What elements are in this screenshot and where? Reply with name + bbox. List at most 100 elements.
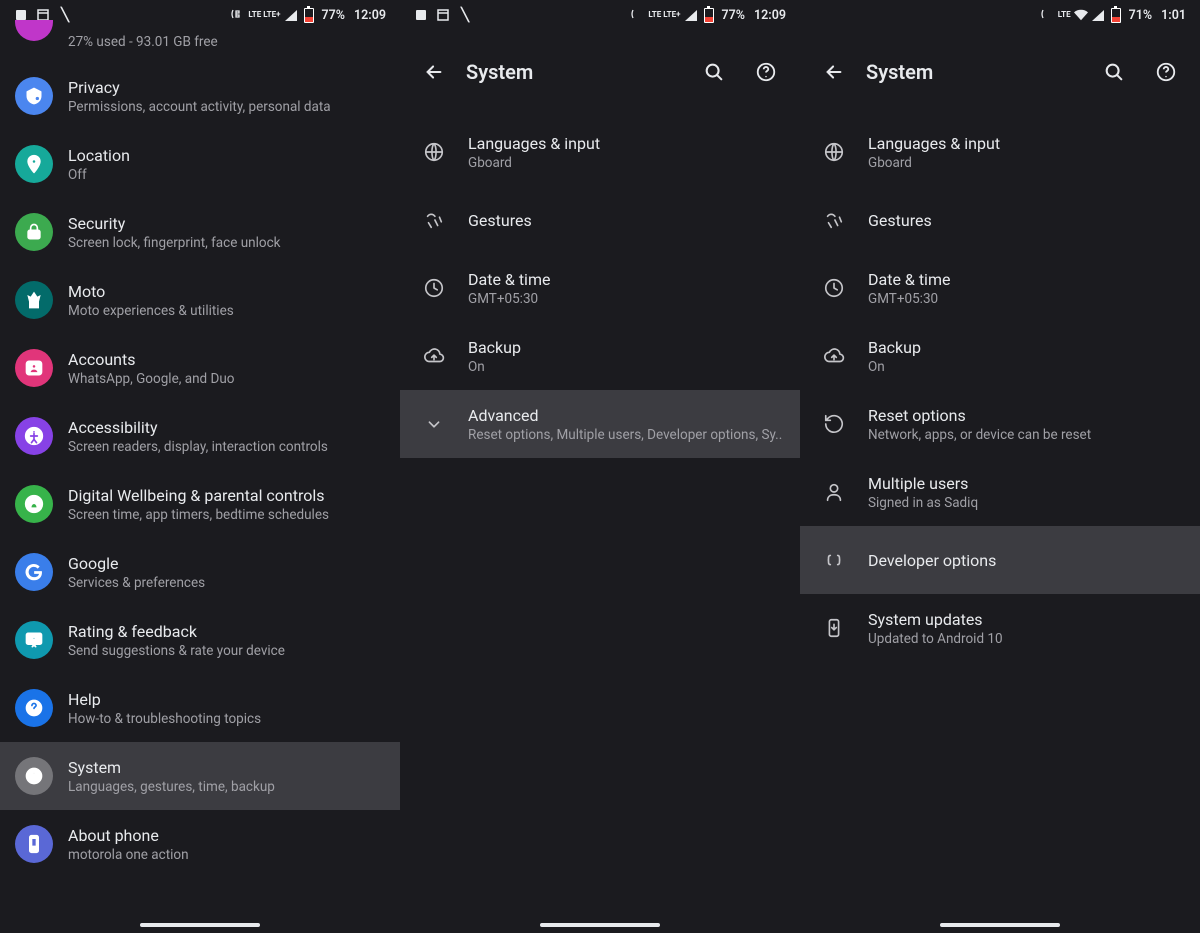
system-gestures[interactable]: Gestures (800, 186, 1200, 254)
app-header: System (400, 30, 800, 118)
system-advanced[interactable]: Advanced Reset options, Multiple users, … (400, 390, 800, 458)
row-icon (400, 344, 468, 368)
chevron-down-icon (422, 412, 446, 436)
row-icon (0, 417, 68, 455)
row-title: Reset options (868, 406, 1186, 425)
settings-storage[interactable]: 27% used - 93.01 GB free (0, 20, 400, 62)
languages-input-icon (822, 140, 846, 164)
system-languages-input[interactable]: Languages & input Gboard (800, 118, 1200, 186)
screen-system-expanded: LTE 71% 1:01 System Languages & input Gb… (800, 0, 1200, 933)
row-title: Location (68, 146, 386, 165)
system-date-time[interactable]: Date & time GMT+05:30 (800, 254, 1200, 322)
row-title: Date & time (468, 270, 786, 289)
row-sub: Send suggestions & rate your device (68, 643, 386, 659)
developer-options-icon (822, 548, 846, 572)
system-date-time[interactable]: Date & time GMT+05:30 (400, 254, 800, 322)
row-sub: Updated to Android 10 (868, 631, 1186, 647)
help-button[interactable] (1142, 48, 1190, 96)
settings-accounts[interactable]: Accounts WhatsApp, Google, and Duo (0, 334, 400, 402)
row-icon (400, 140, 468, 164)
row-title: Gestures (868, 211, 1186, 230)
row-icon (0, 485, 68, 523)
settings-digital-wellbeing-parental-controls[interactable]: Digital Wellbeing & parental controls Sc… (0, 470, 400, 538)
row-sub: Signed in as Sadiq (868, 495, 1186, 511)
settings-security[interactable]: Security Screen lock, fingerprint, face … (0, 198, 400, 266)
volte-icon (631, 9, 645, 21)
system-developer-options[interactable]: Developer options (800, 526, 1200, 594)
row-sub: GMT+05:30 (868, 291, 1186, 307)
row-sub: Gboard (468, 155, 786, 171)
row-icon (0, 689, 68, 727)
row-sub: Screen readers, display, interaction con… (68, 439, 386, 455)
page-title: System (466, 60, 686, 84)
row-icon (800, 276, 868, 300)
settings-privacy[interactable]: Privacy Permissions, account activity, p… (0, 62, 400, 130)
battery-pct: 71% (1129, 8, 1153, 23)
row-title: Developer options (868, 551, 1186, 570)
row-title: Languages & input (468, 134, 786, 153)
search-button[interactable] (1090, 48, 1138, 96)
row-icon (800, 616, 868, 640)
screen-settings-main: ╲ LTE LTE+ 77% 12:09 27% used - 93.01 GB… (0, 0, 400, 933)
row-icon (0, 145, 68, 183)
date-time-icon (422, 276, 446, 300)
row-title: System (68, 758, 386, 777)
battery-icon (704, 8, 714, 23)
row-icon (400, 276, 468, 300)
row-sub: GMT+05:30 (468, 291, 786, 307)
signal-icon (1091, 9, 1105, 21)
reset-options-icon (822, 412, 846, 436)
backup-icon (422, 344, 446, 368)
row-sub: How-to & troubleshooting topics (68, 711, 386, 727)
system-multiple-users[interactable]: Multiple users Signed in as Sadiq (800, 458, 1200, 526)
backup-icon (822, 344, 846, 368)
nav-pill[interactable] (940, 923, 1060, 927)
back-button[interactable] (810, 48, 858, 96)
row-title: Security (68, 214, 386, 233)
row-title: Google (68, 554, 386, 573)
row-icon (800, 344, 868, 368)
row-sub: Reset options, Multiple users, Developer… (468, 427, 786, 443)
system-reset-options[interactable]: Reset options Network, apps, or device c… (800, 390, 1200, 458)
row-title: System updates (868, 610, 1186, 629)
window-icon (436, 9, 450, 21)
system-backup[interactable]: Backup On (400, 322, 800, 390)
sim-icon (414, 9, 428, 21)
system-system-updates[interactable]: System updates Updated to Android 10 (800, 594, 1200, 662)
nav-pill[interactable] (540, 923, 660, 927)
system-languages-input[interactable]: Languages & input Gboard (400, 118, 800, 186)
row-title: Help (68, 690, 386, 709)
help-button[interactable] (742, 48, 790, 96)
system-list: Languages & input Gboard Gestures Date &… (400, 118, 800, 458)
system-updates-icon (822, 616, 846, 640)
settings-moto[interactable]: Moto Moto experiences & utilities (0, 266, 400, 334)
row-icon (800, 480, 868, 504)
row-title: Moto (68, 282, 386, 301)
row-icon (0, 825, 68, 863)
system-gestures[interactable]: Gestures (400, 186, 800, 254)
settings-system[interactable]: System Languages, gestures, time, backup (0, 742, 400, 810)
settings-about-phone[interactable]: About phone motorola one action (0, 810, 400, 878)
row-sub: Services & preferences (68, 575, 386, 591)
row-icon (0, 757, 68, 795)
battery-icon (304, 8, 314, 23)
settings-help[interactable]: Help How-to & troubleshooting topics (0, 674, 400, 742)
system-backup[interactable]: Backup On (800, 322, 1200, 390)
settings-google[interactable]: Google Services & preferences (0, 538, 400, 606)
settings-accessibility[interactable]: Accessibility Screen readers, display, i… (0, 402, 400, 470)
nav-pill[interactable] (140, 923, 260, 927)
settings-location[interactable]: Location Off (0, 130, 400, 198)
row-icon (0, 213, 68, 251)
clock: 12:09 (754, 8, 786, 23)
settings-rating-feedback[interactable]: Rating & feedback Send suggestions & rat… (0, 606, 400, 674)
row-sub: On (868, 359, 1186, 375)
row-sub: 27% used - 93.01 GB free (68, 34, 386, 50)
search-button[interactable] (690, 48, 738, 96)
lte-text: LTE LTE+ (248, 11, 280, 19)
app-header: System (800, 30, 1200, 118)
settings-list: 27% used - 93.01 GB free Privacy Permiss… (0, 20, 400, 933)
back-button[interactable] (410, 48, 458, 96)
row-icon (0, 349, 68, 387)
row-title: Privacy (68, 78, 386, 97)
signal-icon (684, 9, 698, 21)
